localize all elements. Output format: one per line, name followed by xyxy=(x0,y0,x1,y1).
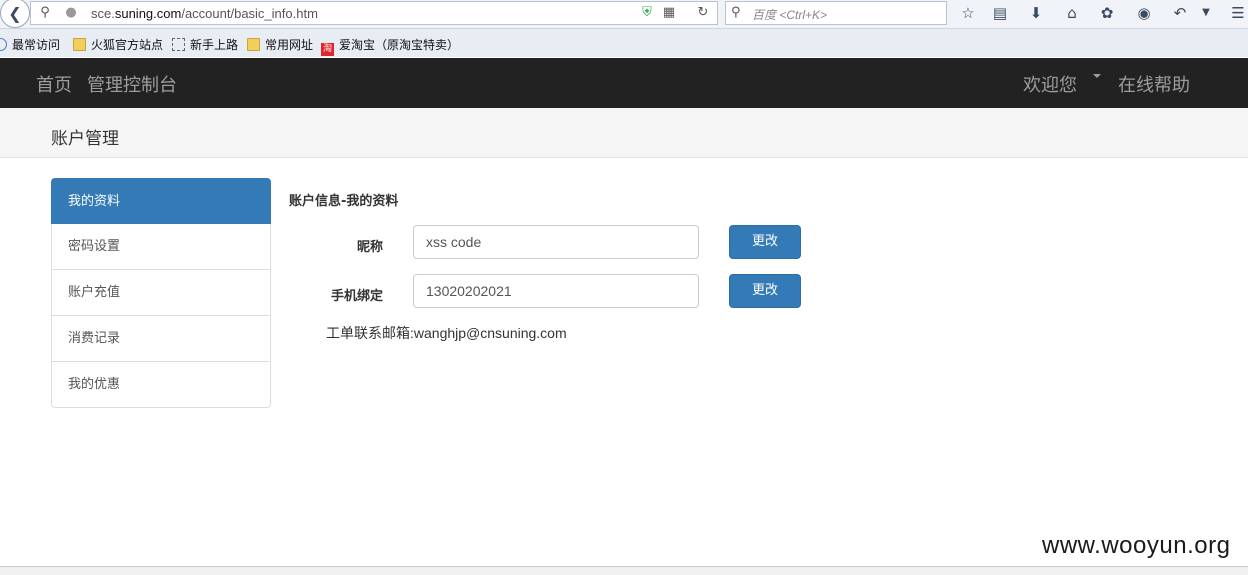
folder-icon xyxy=(73,38,86,51)
nickname-label: 昵称 xyxy=(356,240,383,255)
url-text[interactable]: sce.suning.com/account/basic_info.htm xyxy=(91,6,318,21)
nav-help-link[interactable]: 在线帮助 xyxy=(1118,71,1190,97)
bookmark-most-visited[interactable]: 最常访问 xyxy=(0,36,60,53)
dropdown-icon[interactable]: ▼ xyxy=(1196,3,1216,23)
back-arrow-icon[interactable]: ❮ xyxy=(0,0,30,28)
sidebar-item-password[interactable]: 密码设置 xyxy=(51,224,271,270)
phone-label: 手机绑定 xyxy=(330,289,383,304)
nickname-input[interactable] xyxy=(413,225,699,259)
shield-icon[interactable]: ⛨ xyxy=(639,5,655,21)
palette-icon[interactable]: ✿ xyxy=(1097,3,1117,23)
sidebar-item-coupons[interactable]: 我的优惠 xyxy=(51,362,271,408)
page-header: 账户管理 xyxy=(0,108,1248,158)
bookmarks-bar: 最常访问 火狐官方站点 新手上路 常用网址 淘爱淘宝（原淘宝特卖） xyxy=(0,29,1248,57)
nav-home-link[interactable]: 首页 xyxy=(36,71,72,97)
search-bar[interactable]: ⚲ 百度 <Ctrl+K> xyxy=(725,1,947,25)
reload-icon[interactable]: ↻ xyxy=(695,5,711,21)
menu-icon[interactable]: ☰ xyxy=(1228,3,1248,23)
watermark: www.wooyun.org xyxy=(1042,532,1231,559)
account-sidebar: 我的资料 密码设置 账户充值 消费记录 我的优惠 xyxy=(51,178,271,408)
key-icon: ⚲ xyxy=(40,5,50,20)
star-icon[interactable]: ☆ xyxy=(958,3,978,23)
bookmark-common-sites[interactable]: 常用网址 xyxy=(247,36,313,53)
change-nickname-button[interactable]: 更改 xyxy=(729,225,801,259)
download-icon[interactable]: ⬇ xyxy=(1026,3,1046,23)
bookmark-getting-started[interactable]: 新手上路 xyxy=(172,36,238,53)
search-placeholder: 百度 <Ctrl+K> xyxy=(752,8,828,22)
taobao-icon: 淘 xyxy=(321,43,334,56)
sidebar-item-history[interactable]: 消费记录 xyxy=(51,316,271,362)
bookmark-taobao[interactable]: 淘爱淘宝（原淘宝特卖） xyxy=(321,36,459,56)
nav-welcome-dropdown[interactable]: 欢迎您 xyxy=(1023,71,1077,97)
page-title: 账户管理 xyxy=(51,129,119,149)
phone-input[interactable] xyxy=(413,274,699,308)
globe-icon: ● xyxy=(65,5,77,20)
reading-list-icon[interactable]: ▤ xyxy=(990,3,1010,23)
search-icon: ⚲ xyxy=(731,5,741,20)
undo-icon[interactable]: ↶ xyxy=(1170,3,1190,23)
bookmark-icon xyxy=(0,38,7,51)
qrcode-icon[interactable]: ▦ xyxy=(661,5,677,21)
bookmark-firefox-site[interactable]: 火狐官方站点 xyxy=(73,36,163,53)
nav-console-link[interactable]: 管理控制台 xyxy=(87,71,177,97)
sidebar-item-profile[interactable]: 我的资料 xyxy=(51,178,271,224)
sidebar-item-recharge[interactable]: 账户充值 xyxy=(51,270,271,316)
chat-icon[interactable]: ◉ xyxy=(1134,3,1154,23)
section-title: 账户信息-我的资料 xyxy=(289,194,399,209)
contact-email: 工单联系邮箱:wanghjp@cnsuning.com xyxy=(326,325,567,341)
home-icon[interactable]: ⌂ xyxy=(1062,3,1082,23)
page-icon xyxy=(172,38,185,51)
browser-toolbar: ❮ ⚲ ● sce.suning.com/account/basic_info.… xyxy=(0,0,1248,29)
top-navbar: 首页 管理控制台 欢迎您 在线帮助 xyxy=(0,58,1248,108)
caret-down-icon[interactable] xyxy=(1093,74,1101,78)
url-bar[interactable]: ⚲ ● sce.suning.com/account/basic_info.ht… xyxy=(30,1,718,25)
change-phone-button[interactable]: 更改 xyxy=(729,274,801,308)
folder-icon xyxy=(247,38,260,51)
